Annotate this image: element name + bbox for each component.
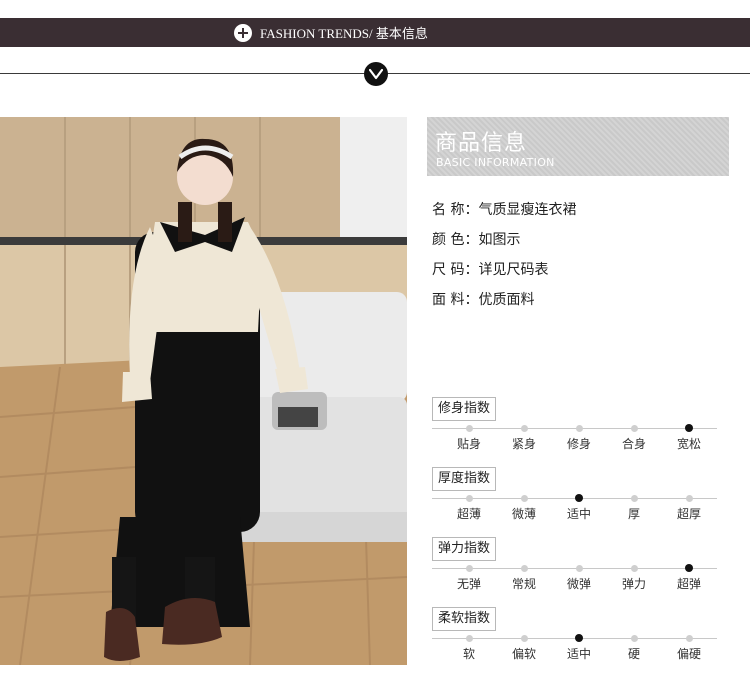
scale-dot — [521, 635, 528, 642]
attribute-list: 名 称：气质显瘦连衣裙 颜 色：如图示 尺 码：详见尺码表 面 料：优质面料 — [432, 200, 576, 320]
scale-option-label: 厚 — [627, 507, 640, 521]
scale-option-label: 超薄 — [456, 507, 481, 521]
scale-dot — [466, 495, 473, 502]
scale-dot — [466, 565, 473, 572]
scale-dot — [686, 635, 693, 642]
scale-option-label: 适中 — [566, 507, 591, 521]
scale-option-label: 贴身 — [456, 437, 481, 451]
scale-option-label: 超弹 — [676, 577, 701, 591]
softness-index-scale: 柔软指数 软 偏软 适中 硬 偏硬 — [432, 607, 717, 669]
scale-option-label: 修身 — [566, 437, 591, 451]
scale-option-label: 弹力 — [621, 577, 646, 591]
chevron-down-icon — [364, 62, 388, 86]
scale-option-label: 宽松 — [676, 437, 701, 451]
scale-option-label: 合身 — [621, 437, 646, 451]
scale-option-label: 偏硬 — [676, 647, 701, 661]
scale-option-label: 偏软 — [511, 647, 536, 661]
attribute-size: 尺 码：详见尺码表 — [432, 262, 549, 278]
scale-option-label: 微薄 — [511, 507, 536, 521]
elasticity-index-scale: 弹力指数 无弹 常规 微弹 弹力 超弹 — [432, 537, 717, 599]
fit-index-scale: 修身指数 贴身 紧身 修身 合身 宽松 — [432, 397, 717, 459]
scale-option-label: 适中 — [566, 647, 591, 661]
attribute-name: 名 称：气质显瘦连衣裙 — [432, 202, 577, 218]
scale-label: 厚度指数 — [432, 467, 497, 491]
scale-option-label: 常规 — [511, 577, 536, 591]
scale-dot-selected — [685, 564, 693, 572]
scale-option-label: 超厚 — [676, 507, 701, 521]
scale-dot-selected — [575, 494, 583, 502]
scale-dot — [576, 565, 583, 572]
attribute-color: 颜 色：如图示 — [432, 232, 521, 248]
scale-dot — [631, 425, 638, 432]
scale-label: 弹力指数 — [432, 537, 497, 561]
banner-title: 商品信息 — [435, 131, 528, 156]
header-title: FASHION TRENDS/ 基本信息 — [260, 26, 428, 41]
scale-dot — [466, 635, 473, 642]
scale-dot — [576, 425, 583, 432]
basic-info-banner: 商品信息 BASIC INFORMATION — [427, 117, 729, 176]
scale-option-label: 紧身 — [511, 437, 536, 451]
scale-track — [432, 568, 717, 569]
scale-dot-selected — [685, 424, 693, 432]
scale-dot — [466, 425, 473, 432]
scale-dot-selected — [575, 634, 583, 642]
scale-track — [432, 428, 717, 429]
scale-dot — [631, 495, 638, 502]
scale-dot — [631, 565, 638, 572]
scale-dot — [521, 565, 528, 572]
scale-dot — [521, 425, 528, 432]
thickness-index-scale: 厚度指数 超薄 微薄 适中 厚 超厚 — [432, 467, 717, 529]
attribute-fabric: 面 料：优质面料 — [432, 292, 535, 308]
scale-label: 柔软指数 — [432, 607, 497, 631]
scale-dot — [521, 495, 528, 502]
scale-option-label: 软 — [462, 647, 475, 661]
scale-option-label: 硬 — [627, 647, 640, 661]
scale-dot — [631, 635, 638, 642]
scale-dot — [686, 495, 693, 502]
scale-label: 修身指数 — [432, 397, 497, 421]
scale-option-label: 无弹 — [456, 577, 481, 591]
banner-subtitle: BASIC INFORMATION — [436, 156, 555, 169]
plus-circle-icon — [234, 23, 252, 42]
scale-option-label: 微弹 — [566, 577, 591, 591]
product-photo — [0, 117, 407, 665]
header-bar: FASHION TRENDS/ 基本信息 — [0, 18, 750, 47]
